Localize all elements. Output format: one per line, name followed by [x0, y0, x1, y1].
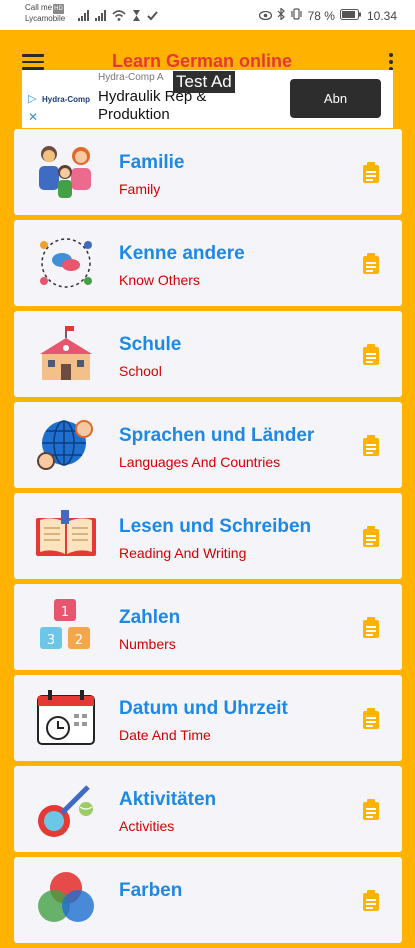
category-title: Kenne andere: [119, 243, 245, 264]
category-subtitle: Know Others: [119, 272, 200, 288]
category-languages[interactable]: Sprachen und Länder Languages And Countr…: [14, 402, 402, 488]
clipboard-icon[interactable]: [362, 617, 380, 639]
category-colors[interactable]: Farben: [14, 857, 402, 943]
category-know-others[interactable]: Kenne andere Know Others: [14, 220, 402, 306]
category-subtitle: Family: [119, 181, 161, 197]
svg-text:3: 3: [47, 633, 55, 648]
clipboard-icon[interactable]: [362, 435, 380, 457]
carrier-info: Call me HD Lycamobile: [25, 3, 65, 24]
status-bar: Call me HD Lycamobile 78 % 10.34: [0, 0, 415, 30]
people-network-icon: [40, 238, 92, 288]
svg-text:1: 1: [61, 605, 69, 620]
battery-icon: [339, 8, 362, 23]
category-title: Lesen und Schreiben: [119, 516, 312, 537]
open-book-icon: [36, 510, 96, 556]
category-date-time[interactable]: Datum und Uhrzeit Date And Time: [14, 675, 402, 761]
category-school[interactable]: Schule School: [14, 311, 402, 397]
test-ad-label: Test Ad: [173, 71, 235, 93]
clipboard-icon[interactable]: [362, 708, 380, 730]
battery-percent: 78 %: [307, 8, 335, 23]
checkmark-icon: [147, 8, 158, 26]
clipboard-icon[interactable]: [362, 799, 380, 821]
category-title: Schule: [119, 334, 182, 355]
category-numbers[interactable]: 1 3 2 Zahlen Numbers: [14, 584, 402, 670]
ad-headline[interactable]: Hydraulik Rep & Produktion: [98, 88, 248, 124]
category-title: Farben: [119, 880, 183, 901]
category-list: Familie Family Kenne andere Know Others …: [14, 129, 402, 948]
signal-icon: [78, 8, 89, 26]
ad-advertiser: Hydra-Comp A: [98, 72, 164, 83]
clock: 10.34: [366, 8, 397, 23]
advertiser-logo: Hydra-Comp: [42, 95, 91, 104]
clipboard-icon[interactable]: [362, 526, 380, 548]
category-reading-writing[interactable]: Lesen und Schreiben Reading And Writing: [14, 493, 402, 579]
carrier-name: Call me: [25, 3, 53, 12]
family-icon: [39, 146, 91, 198]
wifi-icon: [112, 8, 126, 26]
clipboard-icon[interactable]: [362, 890, 380, 912]
category-subtitle: Languages And Countries: [119, 454, 281, 470]
ad-close-icon[interactable]: ✕: [28, 110, 38, 124]
category-title: Aktivitäten: [119, 789, 217, 810]
category-title: Zahlen: [119, 607, 181, 628]
category-subtitle: Activities: [119, 818, 175, 834]
school-building-icon: [40, 326, 92, 380]
eye-icon: [258, 9, 272, 23]
bluetooth-icon: [277, 7, 285, 23]
calendar-clock-icon: [37, 690, 95, 745]
globe-people-icon: [37, 420, 93, 470]
category-subtitle: Reading And Writing: [119, 545, 247, 561]
clipboard-icon[interactable]: [362, 162, 380, 184]
category-activities[interactable]: Aktivitäten Activities: [14, 766, 402, 852]
svg-text:2: 2: [75, 633, 83, 648]
ad-banner[interactable]: ▷ ✕ Hydra-Comp Hydra-Comp A Hydraulik Re…: [22, 70, 393, 128]
number-blocks-icon: 1 3 2: [40, 599, 90, 649]
colors-icon: [38, 872, 94, 922]
ad-choices-icon[interactable]: ▷: [28, 92, 36, 105]
clipboard-icon[interactable]: [362, 253, 380, 275]
app-title: Learn German online: [112, 51, 293, 71]
category-family[interactable]: Familie Family: [14, 129, 402, 215]
vibrate-icon: [290, 8, 303, 23]
category-subtitle: Numbers: [119, 636, 176, 652]
hamburger-menu-icon[interactable]: [22, 54, 44, 70]
clipboard-icon[interactable]: [362, 344, 380, 366]
category-subtitle: Date And Time: [119, 727, 211, 743]
category-title: Datum und Uhrzeit: [119, 698, 288, 719]
category-title: Familie: [119, 152, 185, 173]
hourglass-icon: [132, 8, 141, 26]
signal-icon-2: [95, 8, 106, 26]
category-title: Sprachen und Länder: [119, 425, 315, 446]
ad-cta-button[interactable]: Abn: [290, 79, 381, 118]
category-subtitle: School: [119, 363, 162, 379]
hd-badge: HD: [53, 4, 64, 14]
carrier-name-2: Lycamobile: [25, 14, 66, 23]
sports-icon: [38, 785, 93, 837]
